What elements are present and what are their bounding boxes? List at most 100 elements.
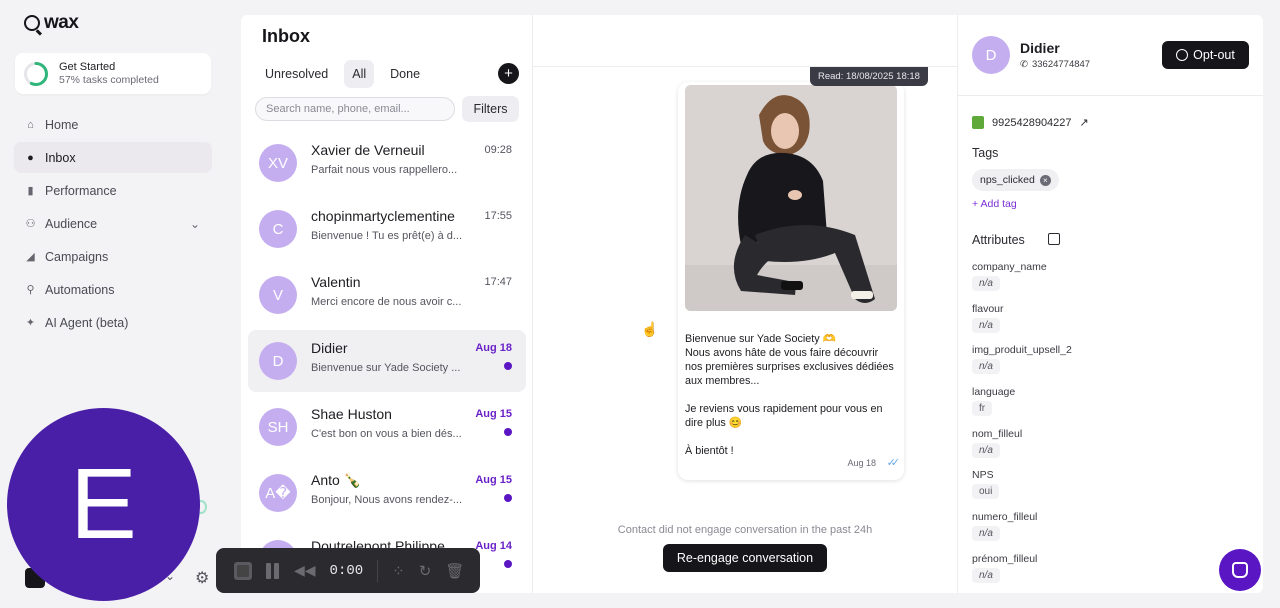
attribute-name: company_name — [972, 261, 1047, 273]
tab-all[interactable]: All — [344, 60, 375, 88]
sidebar-item-automations[interactable]: ⚲ Automations — [14, 274, 212, 305]
hand-cursor-icon: ☝ — [641, 321, 659, 337]
attribute-item: NPS oui — [972, 469, 1242, 511]
conversation-preview: Bonjour, Nous avons rendez-... — [311, 494, 463, 506]
search-input[interactable] — [255, 97, 455, 121]
conversation-name: Shae Huston — [311, 406, 392, 422]
tags-label: Tags — [972, 146, 999, 160]
chart-icon: ▮ — [27, 185, 34, 197]
attribute-name: NPS — [972, 469, 994, 482]
message-bubble[interactable]: Bienvenue sur Yade Society 🫶 Nous avons … — [678, 82, 904, 480]
attributes-list: company_name n/a flavour n/a img_produit_ups… — [972, 261, 1242, 593]
conversation-preview: Bienvenue ! Tu es prêt(e) à d... — [311, 230, 463, 242]
attribute-item: numero_filleul n/a — [972, 511, 1242, 553]
optout-button[interactable]: Opt-out — [1162, 41, 1249, 69]
attribute-value[interactable]: n/a — [972, 359, 1000, 375]
flow-icon: ⚲ — [26, 284, 35, 296]
sidebar-item-ai-agent-beta[interactable]: ✦ AI Agent (beta) — [14, 307, 212, 338]
sidebar-item-campaigns[interactable]: ◢ Campaigns — [14, 241, 212, 272]
contact-phone-number: 33624774847 — [1031, 59, 1091, 70]
logo-icon — [24, 15, 40, 31]
attribute-name: prénom_filleul — [972, 552, 1038, 565]
support-chat-button[interactable] — [1219, 549, 1261, 591]
attribute-name: language — [972, 386, 1016, 399]
gear-icon[interactable]: ⚙ — [195, 568, 209, 588]
conversation-item[interactable]: XV Xavier de Verneuil Parfait nous vous ra… — [248, 132, 526, 194]
restart-icon[interactable]: ↻ — [419, 562, 432, 580]
conversation-time: Aug 14 — [475, 540, 512, 552]
conversation-name: Didier — [311, 340, 348, 356]
remove-tag-icon[interactable]: × — [1039, 174, 1051, 186]
chat-header — [533, 15, 957, 67]
message-image[interactable] — [685, 85, 897, 311]
rewind-icon[interactable]: ◀◀ — [294, 562, 316, 579]
sidebar-item-label: Performance — [45, 183, 117, 198]
get-started-card[interactable]: Get Started 57% tasks completed — [15, 53, 211, 94]
attribute-item: img_produit_upsell_2 n/a — [972, 344, 1242, 386]
message-text: Bienvenue sur Yade Society 🫶 Nous avons … — [685, 333, 894, 457]
conversation-item[interactable]: Cchopinmartyclementine Bienvenue ! Tu es … — [248, 198, 526, 260]
tab-done[interactable]: Done — [382, 60, 428, 88]
sidebar-item-label: Inbox — [45, 150, 76, 165]
recorder-time: 0:00 — [329, 562, 364, 579]
get-started-subtitle: 57% tasks completed — [59, 74, 159, 86]
stop-icon[interactable] — [234, 561, 252, 580]
unread-dot-icon — [504, 428, 512, 436]
attribute-value[interactable]: n/a — [972, 276, 1000, 291]
reengage-button[interactable]: Re-engage conversation — [663, 544, 827, 572]
sidebar-item-audience[interactable]: ⚇ Audience ⌄ — [14, 208, 212, 239]
filters-button[interactable]: Filters — [462, 96, 519, 122]
edit-icon[interactable] — [1048, 233, 1060, 245]
recorder-toolbar: ◀◀ 0:00 ⁘ ↻ 🗑 — [216, 548, 480, 593]
tab-unresolved[interactable]: Unresolved — [257, 60, 336, 88]
conversation-time: Aug 18 — [475, 342, 512, 354]
photo-illustration — [685, 85, 897, 311]
home-icon: ⌂ — [27, 118, 34, 131]
sidebar-item-inbox[interactable]: ● Inbox — [14, 142, 212, 173]
attribute-value[interactable]: n/a — [972, 442, 1000, 458]
read-status-badge: Read: 18/08/2025 18:18 — [810, 67, 928, 86]
chevron-down-icon[interactable]: ⌄ — [190, 217, 200, 231]
conversation-name: Valentin — [311, 274, 361, 290]
conversation-item[interactable]: D Didier Bienvenue sur Yade Society ... Aug… — [248, 330, 526, 392]
divider — [377, 559, 379, 582]
trash-icon[interactable]: 🗑 — [445, 562, 464, 580]
attribute-value[interactable]: n/a — [972, 526, 1000, 542]
attribute-value[interactable]: n/a — [972, 567, 1000, 583]
conversation-name: Anto 🍾 — [311, 472, 362, 488]
attribute-name: nom_filleul — [972, 427, 1023, 440]
conversation-preview: Merci encore de nous avoir c... — [311, 296, 462, 308]
brand-logo[interactable]: wax — [24, 12, 79, 34]
sidebar-item-performance[interactable]: ▮ Performance — [14, 175, 212, 206]
conversation-time: 17:55 — [484, 210, 512, 222]
attribute-name: flavour — [972, 302, 1004, 315]
avatar: V — [259, 276, 297, 314]
sidebar-item-home[interactable]: ⌂ Home — [14, 109, 212, 140]
pause-icon[interactable] — [266, 562, 280, 579]
conversation-item[interactable]: SH Shae Huston C'est bon on vous a bien dé… — [248, 396, 526, 458]
progress-ring-icon — [24, 61, 48, 86]
sidebar-item-label: Automations — [45, 282, 115, 297]
attribute-item: company_name n/a — [972, 261, 1242, 303]
shop-customer-link[interactable]: 9925428904227 ↗ — [972, 116, 1089, 129]
attribute-item: nom_filleul n/a — [972, 428, 1242, 470]
attribute-value[interactable]: fr — [972, 401, 993, 417]
megaphone-icon: ◢ — [26, 251, 35, 263]
add-tag-link[interactable]: + Add tag — [972, 198, 1017, 210]
users-icon: ⚇ — [25, 218, 36, 230]
sidebar-item-label: AI Agent (beta) — [45, 315, 129, 330]
conversation-time: Aug 15 — [475, 408, 512, 420]
external-link-icon[interactable]: ↗ — [1080, 116, 1089, 129]
attribute-value[interactable]: oui — [972, 484, 1000, 500]
shopify-icon — [972, 116, 984, 129]
optout-label: Opt-out — [1193, 48, 1235, 62]
overlay-avatar: E — [7, 408, 200, 601]
attribute-item: flavour n/a — [972, 303, 1242, 345]
tag-chip[interactable]: nps_clicked × — [972, 169, 1059, 191]
new-conversation-button[interactable]: + — [498, 63, 519, 84]
grid-icon[interactable]: ⁘ — [392, 562, 405, 580]
conversation-item[interactable]: A� Anto 🍾 Bonjour, Nous avons rendez-... Au… — [248, 462, 526, 524]
conversation-item[interactable]: V Valentin Merci encore de nous avoir c...… — [248, 264, 526, 326]
conversation-preview: C'est bon on vous a bien dés... — [311, 428, 462, 440]
attribute-value[interactable]: n/a — [972, 317, 1000, 333]
